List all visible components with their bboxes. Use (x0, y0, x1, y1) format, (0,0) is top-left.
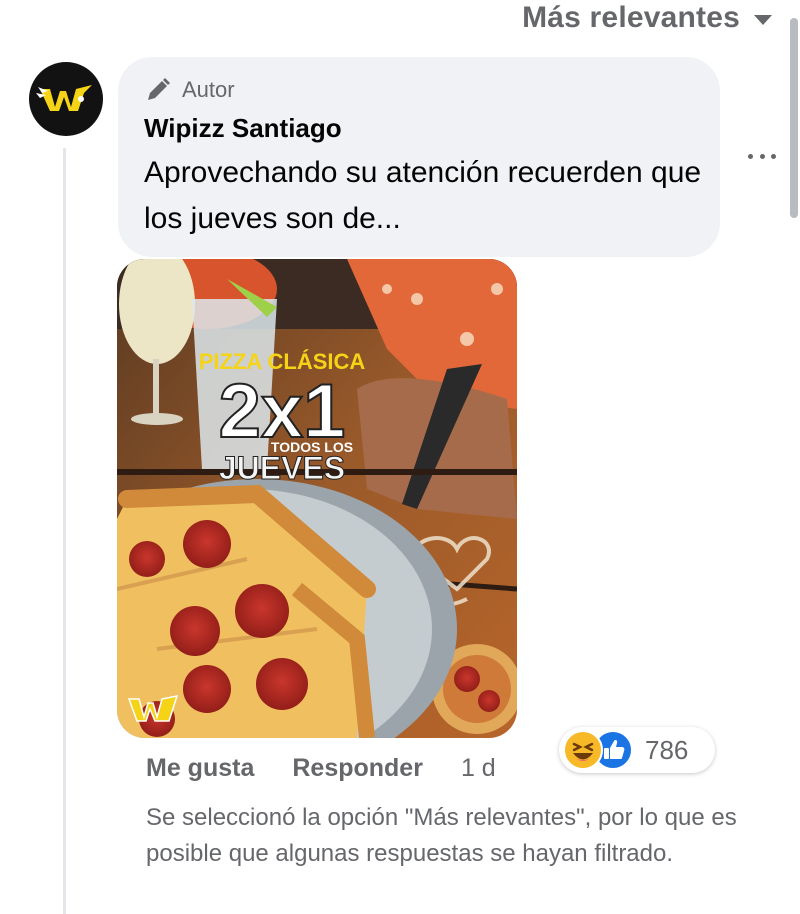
reaction-count: 786 (645, 734, 689, 765)
like-button[interactable]: Me gusta (146, 754, 254, 783)
promo-day: JUEVES (219, 450, 345, 486)
scrollbar-thumb[interactable] (790, 18, 798, 218)
more-dot (748, 153, 753, 159)
reply-button[interactable]: Responder (292, 754, 423, 783)
haha-icon (563, 730, 603, 770)
pizza-promo-image: PIZZA CLÁSICA 2x1 TODOS LOS JUEVES (117, 259, 517, 738)
comment-actions: Me gusta Responder 1 d (146, 750, 496, 786)
wipizz-logo-icon (36, 85, 92, 111)
comment-timestamp[interactable]: 1 d (461, 754, 496, 783)
avatar[interactable] (29, 62, 103, 136)
comment-text: Aprovechando su atención recuerden que l… (144, 156, 702, 235)
sort-label: Más relevantes (522, 1, 740, 34)
scrollbar[interactable] (788, 0, 800, 914)
more-dot (759, 153, 765, 159)
thread-line (63, 148, 66, 914)
comment-photo[interactable]: PIZZA CLÁSICA 2x1 TODOS LOS JUEVES (117, 259, 517, 738)
more-options-button[interactable] (742, 138, 782, 174)
reactions-summary[interactable]: 786 (559, 727, 715, 773)
pencil-icon (148, 78, 170, 100)
more-dot (771, 153, 776, 159)
caret-down-icon (754, 15, 772, 25)
comment-bubble: Autor Wipizz Santiago Aprovechando su at… (118, 57, 720, 257)
author-name[interactable]: Wipizz Santiago (144, 113, 694, 144)
filter-note: Se seleccionó la opción "Más relevantes"… (146, 804, 737, 867)
author-badge-label: Autor (182, 77, 235, 102)
author-badge: Autor (144, 75, 694, 105)
sort-dropdown[interactable]: Más relevantes (522, 0, 772, 36)
